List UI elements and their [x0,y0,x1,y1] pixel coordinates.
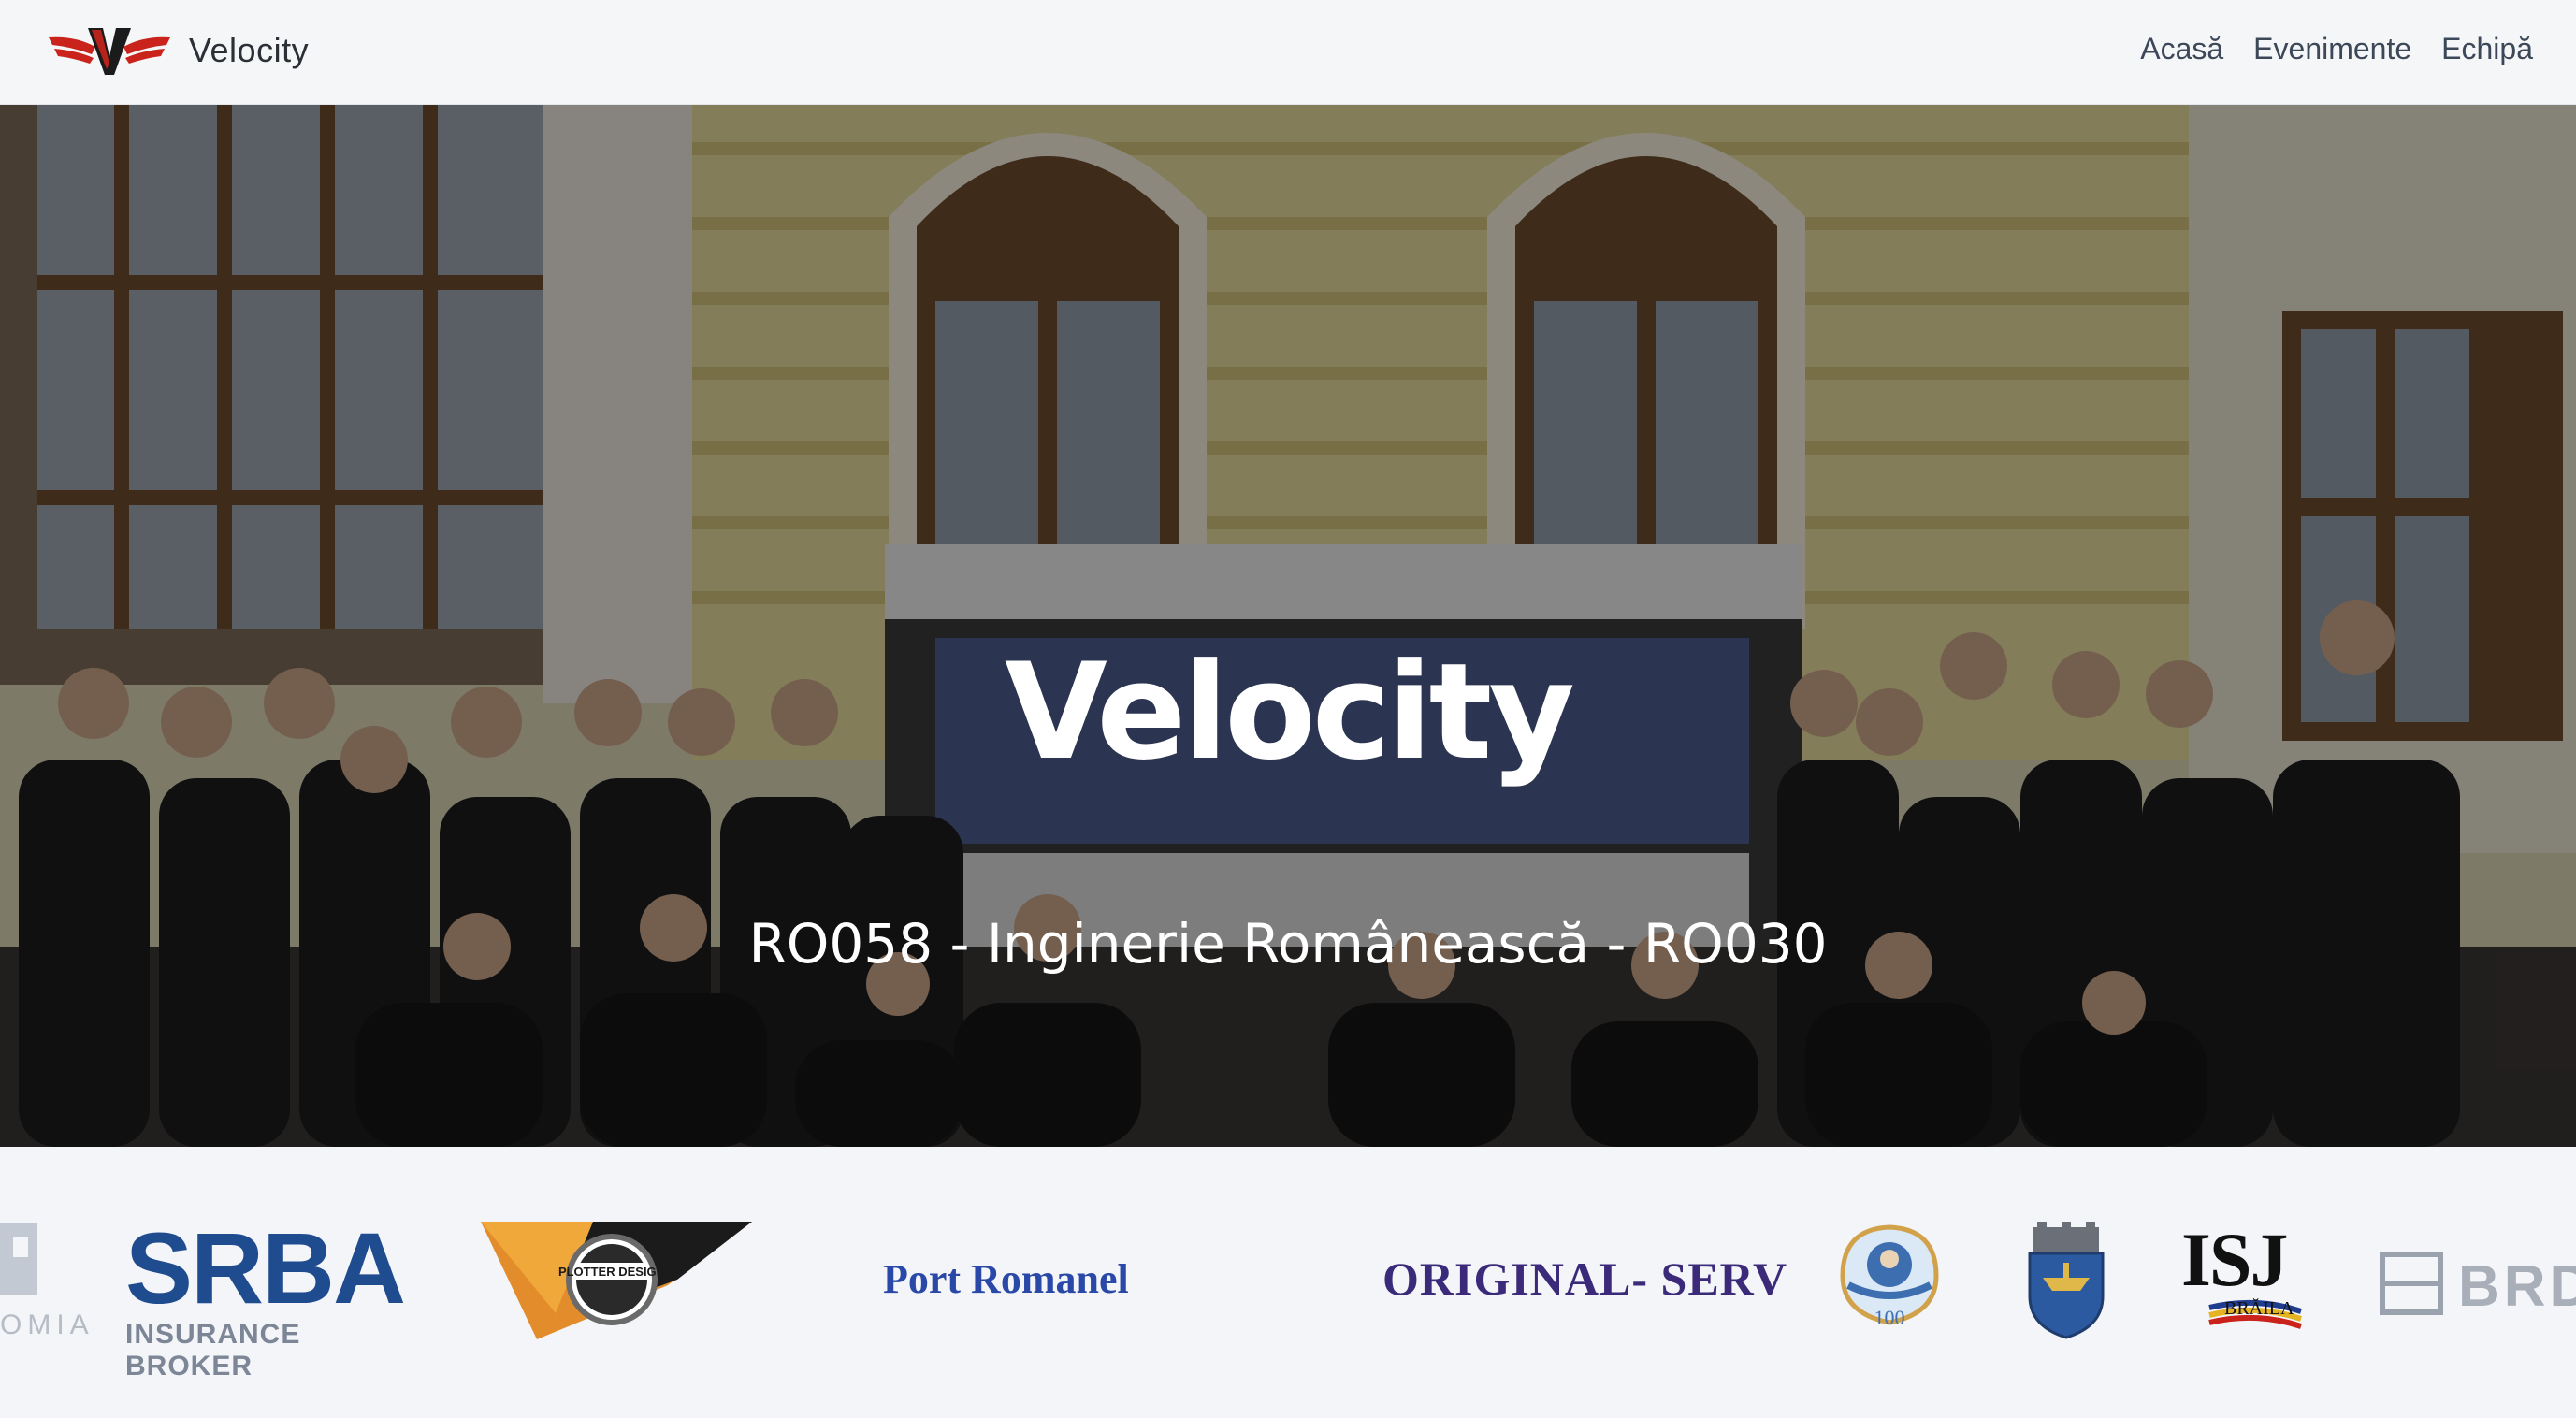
srba-logo-subtext: INSURANCE BROKER [125,1319,301,1382]
nav-item-echipa[interactable]: Echipă [2441,32,2533,66]
isj-logo-text: ISJ [2181,1217,2289,1302]
partial-logo-icon [0,1223,37,1295]
sponsors-strip: OMIA SRBA INSURANCE BROKER PLOTTER DESIG… [0,1147,2576,1418]
coat-of-arms-icon [2028,1222,2105,1339]
nav-item-acasa[interactable]: Acasă [2140,32,2223,66]
sponsor-original-serv[interactable]: ORIGINAL- SERV [1382,1252,1787,1306]
hero-subtitle: RO058 - Inginerie Românească - RO030 [748,912,1828,976]
nav-item-evenimente[interactable]: Evenimente [2253,32,2411,66]
sponsor-brd-partial[interactable]: BRD [2380,1252,2576,1326]
velocity-logo-icon [49,28,170,75]
plotter-design-logo-icon: PLOTTER DESIGN [481,1222,752,1339]
sponsor-isj-braila[interactable]: ISJ BRĂILA [2181,1222,2303,1343]
brand-name: Velocity [189,31,310,69]
brand-home-link[interactable]: Velocity [47,22,309,79]
srba-logo-text: SRBA [125,1211,406,1324]
partial-logo-text: OMIA [0,1309,94,1340]
isj-logo-subtext: BRĂILA [2224,1298,2294,1319]
sponsor-braila-coat-of-arms[interactable] [2024,1222,2108,1343]
plotter-text: PLOTTER DESIGN [558,1265,665,1279]
hero-title: Velocity [1005,635,1575,789]
nav-links: Acasă Evenimente Echipă [2140,32,2533,66]
sponsor-plotter-design[interactable]: PLOTTER DESIGN [481,1220,752,1341]
hero-section: Velocity RO058 - Inginerie Românească - … [0,105,2576,1147]
sponsor-srba[interactable]: SRBA INSURANCE BROKER [125,1211,406,1382]
sponsor-college-seal[interactable]: 100 [1833,1220,1946,1341]
top-navbar: Velocity Acasă Evenimente Echipă [0,0,2576,105]
college-seal-icon: 100 [1840,1224,1939,1329]
sponsor-partial-left[interactable]: OMIA [0,1220,103,1341]
college-seal-text: 100 [1874,1306,1905,1329]
brd-logo-icon [2380,1252,2443,1315]
sponsor-port-romanel[interactable]: Port Romanel [883,1255,1129,1303]
hero-dark-overlay [0,105,2576,1147]
brd-logo-text: BRD [2458,1254,2576,1319]
